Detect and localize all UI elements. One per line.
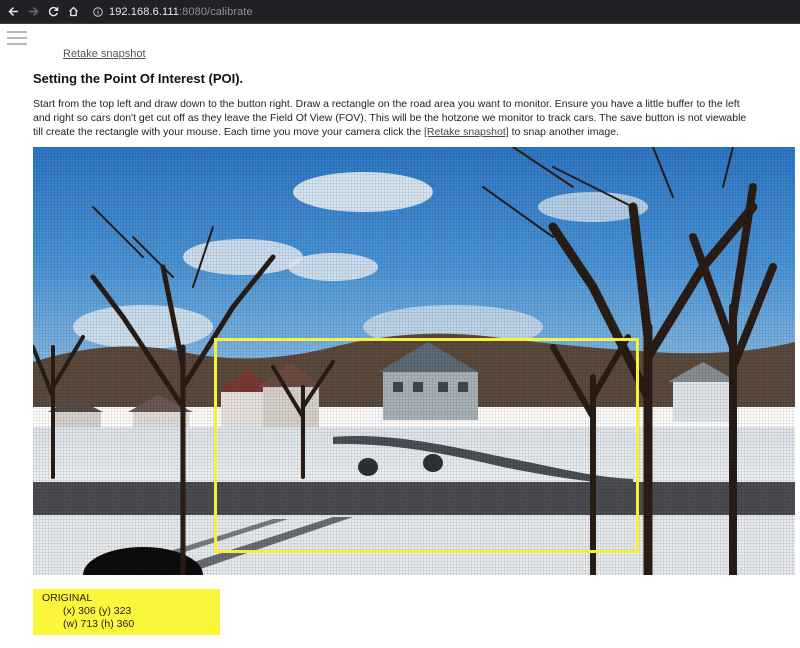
forward-button[interactable] [23,0,43,24]
arrow-left-icon [7,6,18,17]
address-bar[interactable]: 192.168.6.111:8080/calibrate [93,0,253,24]
camera-snapshot-image[interactable] [33,147,795,575]
coordinates-wh: (w) 713 (h) 360 [63,618,135,630]
home-icon [68,6,78,17]
home-button[interactable] [63,0,83,24]
reload-icon [48,6,58,17]
retake-snapshot-inline-link[interactable]: [Retake snapshot] [424,126,509,138]
page-title: Setting the Point Of Interest (POI). [33,71,244,86]
url-path: :8080/calibrate [179,5,253,18]
browser-toolbar: 192.168.6.111:8080/calibrate [0,0,800,24]
arrow-right-icon [28,6,39,17]
retake-snapshot-link[interactable]: Retake snapshot [63,48,146,60]
instructions-text: Start from the top left and draw down to… [33,97,753,139]
url-host: 192.168.6.111 [109,5,180,18]
coordinates-xy: (x) 306 (y) 323 [63,605,132,617]
coordinates-heading: ORIGINAL [42,592,93,604]
hamburger-menu-icon[interactable] [7,31,27,45]
instructions-part-1: Start from the top left and draw down to… [33,98,747,138]
poi-coordinates-box: ORIGINAL (x) 306 (y) 323 (w) 713 (h) 360 [33,589,220,635]
instructions-part-2: to snap another image. [508,126,619,138]
back-button[interactable] [3,0,23,24]
reload-button[interactable] [43,0,63,24]
info-icon[interactable] [93,6,103,17]
